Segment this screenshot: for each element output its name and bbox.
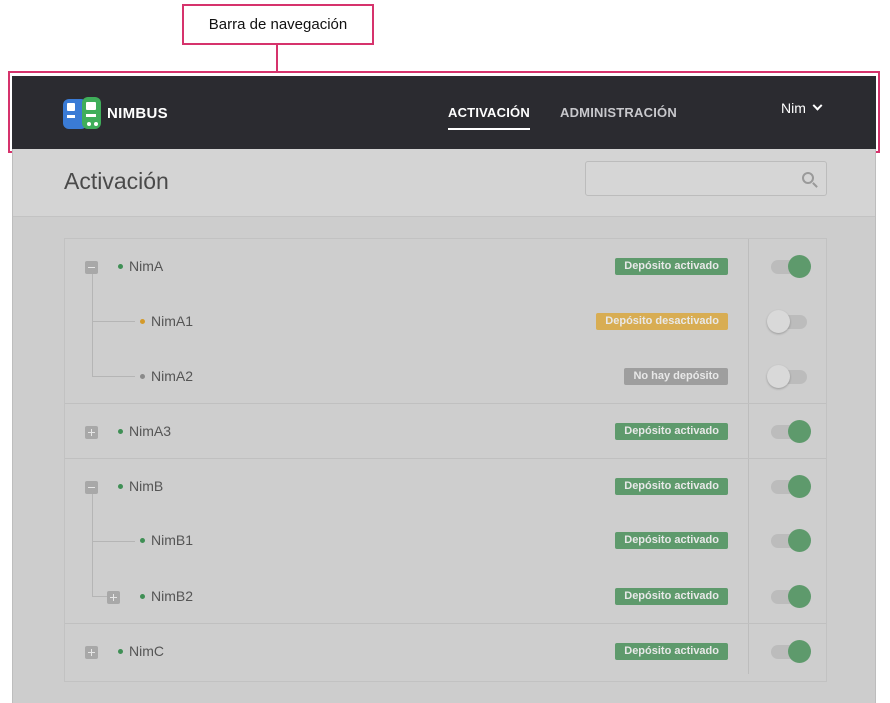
activation-tree: NimA Depósito activado NimA1 Depósito de… xyxy=(64,238,827,682)
tree-row: NimB Depósito activado xyxy=(65,459,826,514)
deposit-toggle[interactable] xyxy=(771,475,811,498)
node-label: NimA2 xyxy=(151,368,194,384)
deposit-toggle[interactable] xyxy=(771,529,811,552)
status-dot xyxy=(140,594,145,599)
page-title: Activación xyxy=(64,168,169,194)
tree-row: NimA2 No hay depósito xyxy=(65,349,826,404)
status-badge: Depósito activado xyxy=(615,258,728,275)
status-dot xyxy=(118,429,123,434)
status-dot xyxy=(118,484,123,489)
status-badge: Depósito desactivado xyxy=(596,313,728,330)
deposit-toggle[interactable] xyxy=(771,585,811,608)
status-dot xyxy=(118,649,123,654)
nimbus-logo-icon xyxy=(63,97,101,129)
status-badge: No hay depósito xyxy=(624,368,728,385)
toggle-knob xyxy=(767,310,790,333)
activation-page: Activación NimA Depósito activado NimA1 … xyxy=(12,149,876,703)
page-header: Activación xyxy=(13,149,875,217)
node-label: NimA3 xyxy=(129,423,172,439)
node-label: NimA xyxy=(129,258,164,274)
search-icon[interactable] xyxy=(802,172,814,184)
toggle-knob xyxy=(767,365,790,388)
expand-icon[interactable] xyxy=(85,426,98,439)
node-label: NimB1 xyxy=(151,532,194,548)
navigation-bar: NIMBUS ACTIVACIÓN ADMINISTRACIÓN Nim xyxy=(12,76,876,149)
expand-icon[interactable] xyxy=(85,646,98,659)
deposit-toggle[interactable] xyxy=(771,420,811,443)
node-label: NimB xyxy=(129,478,164,494)
node-label: NimA1 xyxy=(151,313,194,329)
user-menu[interactable]: Nim xyxy=(781,100,823,116)
expand-icon[interactable] xyxy=(107,591,120,604)
status-dot xyxy=(140,319,145,324)
deposit-toggle[interactable] xyxy=(767,310,807,333)
deposit-toggle[interactable] xyxy=(771,640,811,663)
tree-row: NimA1 Depósito desactivado xyxy=(65,294,826,349)
tree-row: NimC Depósito activado xyxy=(65,624,826,679)
status-badge: Depósito activado xyxy=(615,532,728,549)
status-badge: Depósito activado xyxy=(615,643,728,660)
tree-row: NimB2 Depósito activado xyxy=(65,569,826,624)
toggle-knob xyxy=(788,529,811,552)
tree-row: NimB1 Depósito activado xyxy=(65,514,826,569)
user-name: Nim xyxy=(781,100,806,116)
chevron-down-icon xyxy=(812,100,823,111)
tree-row: NimA3 Depósito activado xyxy=(65,404,826,459)
deposit-toggle[interactable] xyxy=(767,365,807,388)
status-badge: Depósito activado xyxy=(615,423,728,440)
node-label: NimC xyxy=(129,643,164,659)
status-dot xyxy=(140,374,145,379)
toggle-knob xyxy=(788,585,811,608)
toggle-knob xyxy=(788,420,811,443)
tab-activacion[interactable]: ACTIVACIÓN xyxy=(448,105,530,130)
annotation-connector xyxy=(276,45,278,72)
search-input[interactable] xyxy=(585,161,827,196)
status-dot xyxy=(118,264,123,269)
status-badge: Depósito activado xyxy=(615,478,728,495)
node-label: NimB2 xyxy=(151,588,194,604)
annotation-label: Barra de navegación xyxy=(208,16,348,33)
tree-row: NimA Depósito activado xyxy=(65,239,826,294)
status-badge: Depósito activado xyxy=(615,588,728,605)
toggle-knob xyxy=(788,640,811,663)
toggle-knob xyxy=(788,255,811,278)
annotation-callout: Barra de navegación xyxy=(182,4,374,45)
status-dot xyxy=(140,538,145,543)
deposit-toggle[interactable] xyxy=(771,255,811,278)
brand-name[interactable]: NIMBUS xyxy=(107,105,168,122)
toggle-knob xyxy=(788,475,811,498)
collapse-icon[interactable] xyxy=(85,481,98,494)
tab-administracion[interactable]: ADMINISTRACIÓN xyxy=(560,105,677,120)
collapse-icon[interactable] xyxy=(85,261,98,274)
